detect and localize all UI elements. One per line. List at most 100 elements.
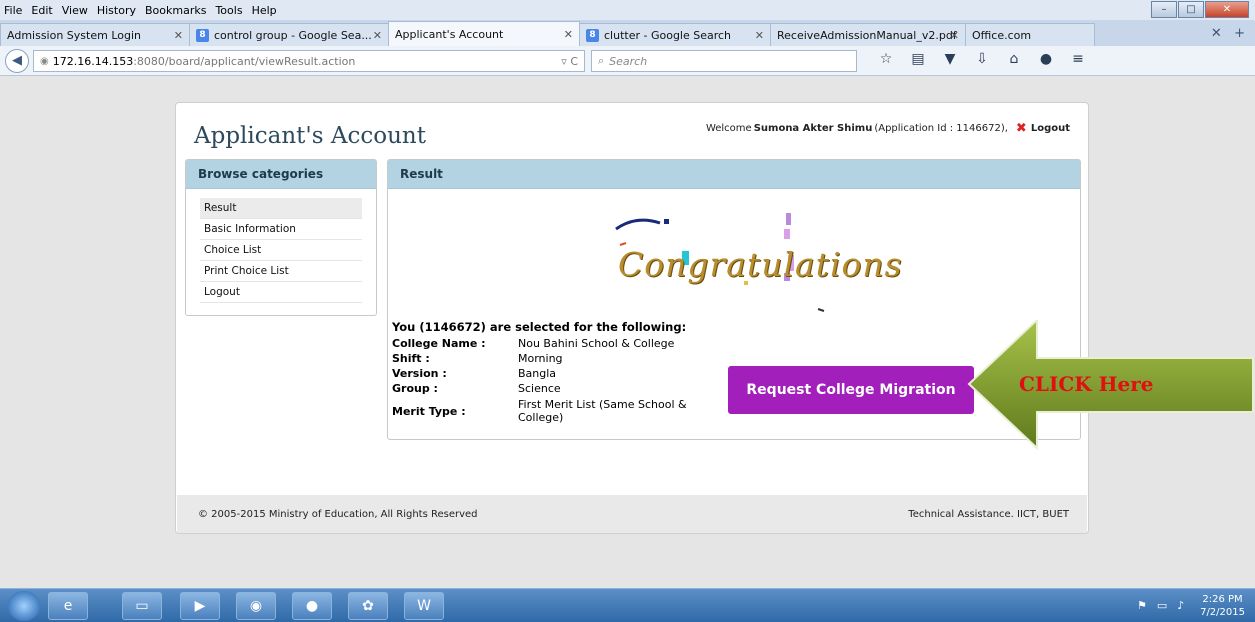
sidebar: Browse categories Result Basic Informati… <box>185 159 377 316</box>
firefox-icon[interactable]: ● <box>292 592 332 620</box>
clock-date: 7/2/2015 <box>1200 607 1245 618</box>
tab-admission-manual[interactable]: ReceiveAdmissionManual_v2.pdf ✕ <box>770 23 966 46</box>
footer: © 2005-2015 Ministry of Education, All R… <box>177 495 1087 533</box>
tab-close-icon[interactable]: ✕ <box>174 29 183 42</box>
tab-close-icon[interactable]: ✕ <box>755 29 764 42</box>
page-title: Applicant's Account <box>194 123 426 149</box>
menu-bar: File Edit View History Bookmarks Tools H… <box>0 0 1255 20</box>
pocket-icon[interactable]: ▼ <box>934 51 966 67</box>
back-arrow-icon[interactable]: ◀ <box>5 48 29 73</box>
info-key: Group : <box>392 382 438 395</box>
page-viewport: Applicant's Account Welcome Sumona Akter… <box>0 76 1255 588</box>
info-key: Merit Type : <box>392 404 466 418</box>
menu-view[interactable]: View <box>62 4 88 17</box>
info-row-shift: Shift : Morning <box>392 351 728 366</box>
window-controls: – □ ✕ <box>1150 1 1249 18</box>
sidebar-item-logout[interactable]: Logout <box>200 282 362 303</box>
reading-list-icon[interactable]: ▤ <box>902 51 934 67</box>
close-window-icon[interactable]: ✕ <box>1205 1 1249 18</box>
menu-hamburger-icon[interactable]: ≡ <box>1062 51 1094 67</box>
info-row-version: Version : Bangla <box>392 366 728 381</box>
tab-label: Applicant's Account <box>395 27 504 41</box>
logout-x-icon[interactable]: ✖ <box>1016 121 1027 136</box>
minimize-icon[interactable]: – <box>1151 1 1177 18</box>
url-host: 172.16.14.153 <box>52 54 134 68</box>
menu-tools[interactable]: Tools <box>215 4 242 17</box>
reload-icon[interactable]: ▿ C <box>561 55 578 68</box>
tab-close-icon[interactable]: ✕ <box>564 28 573 41</box>
maximize-icon[interactable]: □ <box>1178 1 1204 18</box>
tab-admission-login[interactable]: Admission System Login ✕ <box>0 23 190 46</box>
sidebar-item-print-choice-list[interactable]: Print Choice List <box>200 261 362 282</box>
site-info-icon[interactable]: ◉ <box>40 56 49 67</box>
info-value: Morning <box>518 352 563 365</box>
result-heading: Result <box>388 160 1080 189</box>
menu-bookmarks[interactable]: Bookmarks <box>145 4 206 17</box>
clock-time: 2:26 PM <box>1202 594 1243 605</box>
congratulations-image: Congratulations <box>608 205 902 315</box>
taskbar: e ▭ ▶ ◉ ● ✿ W ⚑▭♪ 2:26 PM 7/2/2015 <box>0 588 1255 622</box>
search-input[interactable]: ⌕ Search <box>591 50 857 72</box>
frog-app-icon[interactable]: ✿ <box>348 592 388 620</box>
selection-lead: You (1146672) are selected for the follo… <box>392 320 687 334</box>
system-tray: ⚑▭♪ 2:26 PM 7/2/2015 <box>1109 592 1249 620</box>
info-key: Version : <box>392 367 447 380</box>
chrome-icon[interactable]: ◉ <box>236 592 276 620</box>
application-id: (Application Id : 1146672), <box>874 123 1008 134</box>
click-here-callout: CLICK Here <box>967 317 1255 468</box>
clock[interactable]: 2:26 PM 7/2/2015 <box>1200 593 1245 619</box>
download-icon[interactable]: ⇩ <box>966 51 998 67</box>
home-icon[interactable]: ⌂ <box>998 51 1030 67</box>
info-value: First Merit List (Same School & College) <box>518 398 687 424</box>
menu-help[interactable]: Help <box>252 4 277 17</box>
file-explorer-icon[interactable]: ▭ <box>122 592 162 620</box>
tab-control-group[interactable]: 8 control group - Google Sea... ✕ <box>189 23 389 46</box>
chat-icon[interactable]: ● <box>1030 51 1062 67</box>
bookmark-star-icon[interactable]: ☆ <box>870 51 902 67</box>
tab-applicants-account[interactable]: Applicant's Account ✕ <box>388 21 580 46</box>
toolbar-icons: ☆ ▤ ▼ ⇩ ⌂ ● ≡ <box>870 51 1094 67</box>
content-card: Applicant's Account Welcome Sumona Akter… <box>175 102 1089 534</box>
info-key: Shift : <box>392 352 430 365</box>
search-placeholder: Search <box>609 54 648 68</box>
welcome-bar: Welcome Sumona Akter Shimu (Application … <box>706 121 1070 136</box>
tab-label: Admission System Login <box>7 28 141 42</box>
sidebar-heading: Browse categories <box>186 160 376 189</box>
info-value: Nou Bahini School & College <box>518 337 675 350</box>
sidebar-item-choice-list[interactable]: Choice List <box>200 240 362 261</box>
footer-credit: Technical Assistance. IICT, BUET <box>908 508 1069 520</box>
word-icon[interactable]: W <box>404 592 444 620</box>
sidebar-list: Result Basic Information Choice List Pri… <box>186 189 376 303</box>
info-value: Bangla <box>518 367 557 380</box>
footer-copyright: © 2005-2015 Ministry of Education, All R… <box>198 508 478 520</box>
info-value: Science <box>518 382 561 395</box>
menu-file[interactable]: File <box>4 4 22 17</box>
logout-link[interactable]: Logout <box>1031 123 1070 134</box>
media-player-icon[interactable]: ▶ <box>180 592 220 620</box>
start-button-icon[interactable] <box>8 591 40 621</box>
google-favicon-icon: 8 <box>196 28 209 42</box>
new-tab-icon[interactable]: ✕ + <box>1211 26 1245 41</box>
nav-bar: ◀ ◉ 172.16.14.153:8080/board/applicant/v… <box>0 46 1255 76</box>
selection-info: You (1146672) are selected for the follo… <box>392 320 728 426</box>
tab-label: Office.com <box>972 28 1032 42</box>
tab-close-icon[interactable]: ✕ <box>950 29 959 42</box>
tray-icons[interactable]: ⚑▭♪ <box>1137 599 1194 612</box>
sidebar-item-basic-information[interactable]: Basic Information <box>200 219 362 240</box>
info-row-merit-type: Merit Type : First Merit List (Same Scho… <box>392 396 728 426</box>
info-row-group: Group : Science <box>392 381 728 396</box>
sidebar-item-result[interactable]: Result <box>200 198 362 219</box>
request-college-migration-button[interactable]: Request College Migration <box>728 366 974 414</box>
user-name: Sumona Akter Shimu <box>753 123 873 134</box>
menu-edit[interactable]: Edit <box>31 4 52 17</box>
google-favicon-icon: 8 <box>586 28 599 42</box>
url-path: :8080/board/applicant/viewResult.action <box>133 54 356 68</box>
tab-clutter[interactable]: 8 clutter - Google Search ✕ <box>579 23 771 46</box>
url-bar[interactable]: ◉ 172.16.14.153:8080/board/applicant/vie… <box>33 50 585 72</box>
internet-explorer-icon[interactable]: e <box>48 592 88 620</box>
menu-history[interactable]: History <box>97 4 136 17</box>
tab-close-icon[interactable]: ✕ <box>373 29 382 42</box>
tab-office[interactable]: Office.com <box>965 23 1095 46</box>
tab-label: ReceiveAdmissionManual_v2.pdf <box>777 28 957 42</box>
info-row-college: College Name : Nou Bahini School & Colle… <box>392 336 728 351</box>
